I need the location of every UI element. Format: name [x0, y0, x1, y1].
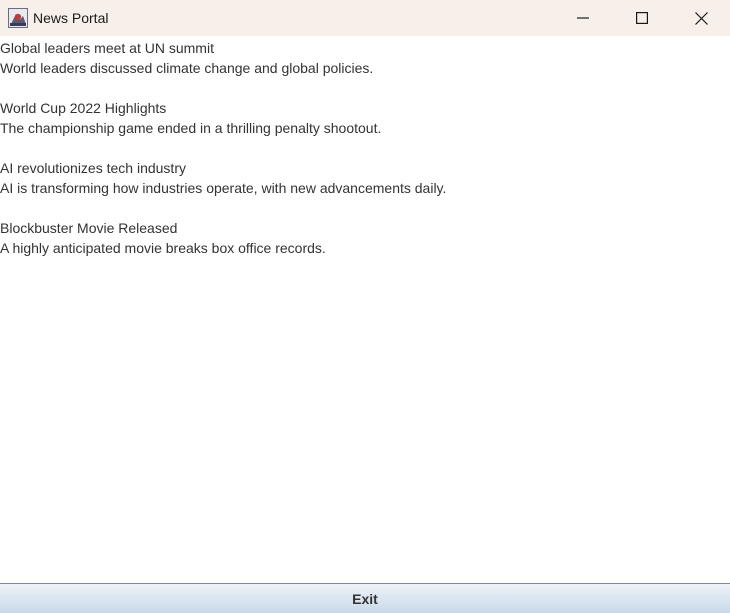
- news-description: The championship game ended in a thrilli…: [0, 120, 382, 136]
- news-description: World leaders discussed climate change a…: [0, 60, 374, 76]
- news-title: Blockbuster Movie Released: [0, 220, 178, 236]
- news-title: AI revolutionizes tech industry: [0, 160, 186, 176]
- minimize-button[interactable]: [554, 0, 612, 36]
- news-item: Blockbuster Movie Released A highly anti…: [0, 218, 326, 258]
- close-icon: [694, 11, 708, 25]
- title-bar[interactable]: News Portal: [0, 0, 730, 36]
- news-item: World Cup 2022 Highlights The championsh…: [0, 98, 381, 138]
- close-button[interactable]: [672, 0, 730, 36]
- news-portal-window: News Portal Global leaders meet at UN su…: [0, 0, 730, 613]
- maximize-icon: [636, 12, 648, 24]
- exit-button[interactable]: Exit: [0, 583, 730, 613]
- news-title: Global leaders meet at UN summit: [0, 40, 214, 56]
- news-list: Global leaders meet at UN summit World l…: [0, 36, 730, 583]
- news-item: Global leaders meet at UN summit World l…: [0, 38, 373, 78]
- minimize-icon: [577, 17, 589, 19]
- maximize-button[interactable]: [613, 0, 671, 36]
- window-title: News Portal: [33, 10, 109, 26]
- news-item: AI revolutionizes tech industry AI is tr…: [0, 158, 446, 198]
- news-description: A highly anticipated movie breaks box of…: [0, 240, 326, 256]
- java-app-icon[interactable]: [8, 8, 28, 28]
- news-description: AI is transforming how industries operat…: [0, 180, 447, 196]
- news-title: World Cup 2022 Highlights: [0, 100, 167, 116]
